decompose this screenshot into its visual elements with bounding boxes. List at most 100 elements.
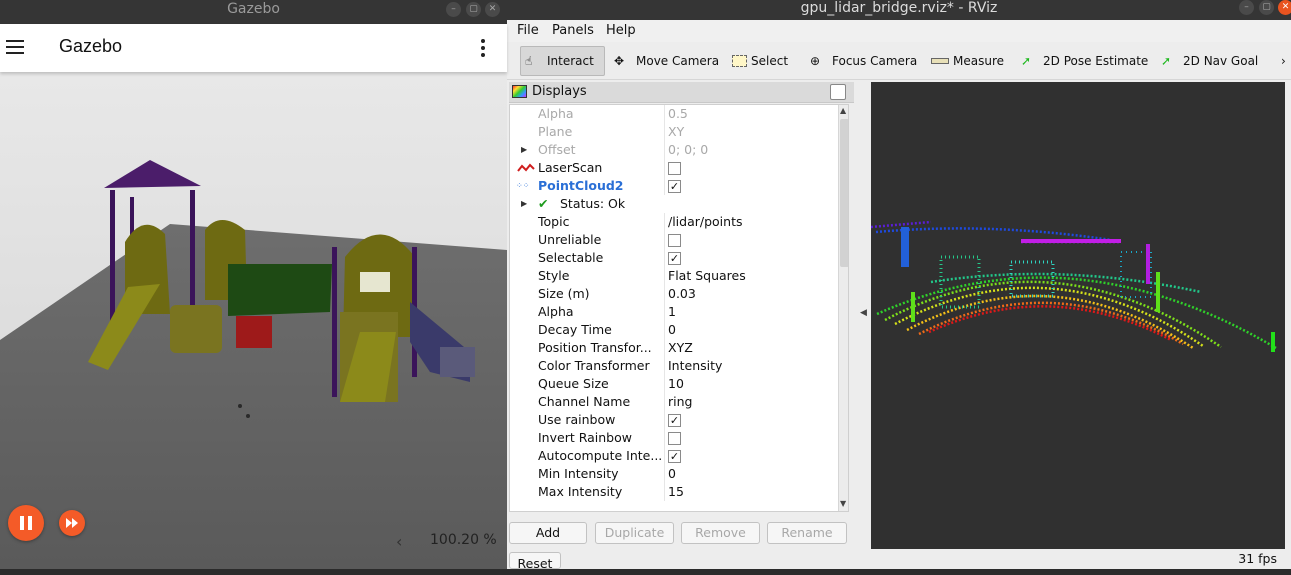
property-name: Max Intensity — [538, 484, 623, 499]
enable-checkbox[interactable]: ✓ — [668, 180, 681, 193]
maximize-icon[interactable]: ▢ — [1259, 0, 1274, 15]
tool-focus-camera[interactable]: ⊕ Focus Camera — [806, 46, 917, 76]
scroll-up-icon[interactable]: ▲ — [840, 106, 846, 115]
laserscan-icon — [517, 163, 535, 172]
property-name: Queue Size — [538, 376, 609, 391]
tool-select[interactable]: Select — [728, 46, 788, 76]
tool-measure[interactable]: Measure — [927, 46, 1004, 76]
tool-bar: ☝ Interact ✥ Move Camera Select ⊕ Focus … — [507, 42, 1291, 80]
tree-row[interactable]: Unreliable — [510, 231, 836, 249]
menu-panels[interactable]: Panels — [552, 23, 594, 38]
more-vert-icon[interactable] — [480, 39, 486, 57]
enable-checkbox[interactable] — [668, 162, 681, 175]
invert-rainbow-checkbox[interactable] — [668, 432, 681, 445]
tree-row[interactable]: Plane XY — [510, 123, 836, 141]
tree-row[interactable]: Max Intensity 15 — [510, 483, 836, 501]
menu-bar: File Panels Help — [507, 20, 1291, 42]
menu-help[interactable]: Help — [606, 23, 636, 38]
expand-arrow-icon[interactable]: ▶ — [521, 141, 527, 159]
tree-row[interactable]: Use rainbow ✓ — [510, 411, 836, 429]
tree-row-laserscan[interactable]: LaserScan — [510, 159, 836, 177]
monitor-icon — [512, 85, 527, 98]
chevron-left-icon[interactable]: ‹ — [396, 532, 402, 551]
tree-row[interactable]: Topic /lidar/points — [510, 213, 836, 231]
rename-button[interactable]: Rename — [767, 522, 847, 544]
minimize-icon[interactable]: – — [1239, 0, 1254, 15]
tool-2d-pose-estimate[interactable]: ➚ 2D Pose Estimate — [1017, 46, 1148, 76]
scroll-down-icon[interactable]: ▼ — [840, 499, 846, 508]
tree-row[interactable]: Min Intensity 0 — [510, 465, 836, 483]
property-value[interactable]: XYZ — [668, 339, 693, 357]
tree-row[interactable]: Position Transfor... XYZ — [510, 339, 836, 357]
property-value[interactable]: 0 — [668, 465, 676, 483]
autocompute-checkbox[interactable]: ✓ — [668, 450, 681, 463]
property-value[interactable]: XY — [668, 123, 684, 141]
property-value[interactable]: Flat Squares — [668, 267, 746, 285]
close-icon[interactable]: ✕ — [1278, 0, 1291, 15]
property-name: Selectable — [538, 250, 604, 265]
close-icon[interactable]: ✕ — [485, 2, 500, 17]
toolbar-overflow-icon[interactable]: › — [1281, 46, 1286, 76]
tool-2d-nav-goal[interactable]: ➚ 2D Nav Goal — [1157, 46, 1258, 76]
property-value[interactable]: 10 — [668, 375, 684, 393]
real-time-factor: 100.20 % — [430, 532, 497, 548]
use-rainbow-checkbox[interactable]: ✓ — [668, 414, 681, 427]
minimize-icon[interactable]: – — [446, 2, 461, 17]
gazebo-3d-scene[interactable] — [0, 72, 507, 569]
property-name: Min Intensity — [538, 466, 619, 481]
tree-row[interactable]: Style Flat Squares — [510, 267, 836, 285]
collapse-left-icon[interactable]: ◀ — [860, 308, 867, 318]
tree-row[interactable]: Size (m) 0.03 — [510, 285, 836, 303]
property-value[interactable]: 1 — [668, 303, 676, 321]
add-button[interactable]: Add — [509, 522, 587, 544]
menu-file[interactable]: File — [517, 23, 539, 38]
property-value[interactable]: ring — [668, 393, 692, 411]
tree-row-status[interactable]: ▶ ✔ Status: Ok — [510, 195, 836, 213]
property-value[interactable]: 0 — [668, 321, 676, 339]
hamburger-menu-icon[interactable] — [6, 40, 24, 54]
property-value[interactable]: 15 — [668, 483, 684, 501]
rviz-window-title: gpu_lidar_bridge.rviz* - RViz — [800, 0, 998, 16]
reset-button[interactable]: Reset — [509, 552, 561, 571]
tree-row[interactable]: ▶ Offset 0; 0; 0 — [510, 141, 836, 159]
move-camera-icon: ✥ — [614, 54, 625, 68]
select-box-icon — [732, 55, 747, 67]
property-name: Plane — [538, 124, 573, 139]
tree-row-pointcloud2[interactable]: ⁘⁘ PointCloud2 ✓ — [510, 177, 836, 195]
green-arrow-icon: ➚ — [1021, 54, 1032, 68]
unreliable-checkbox[interactable] — [668, 234, 681, 247]
tree-row[interactable]: Alpha 1 — [510, 303, 836, 321]
property-value[interactable]: 0; 0; 0 — [668, 141, 708, 159]
tree-scrollbar[interactable]: ▲ ▼ — [838, 105, 848, 511]
tree-row[interactable]: Selectable ✓ — [510, 249, 836, 267]
duplicate-button[interactable]: Duplicate — [595, 522, 674, 544]
selectable-checkbox[interactable]: ✓ — [668, 252, 681, 265]
tree-row[interactable]: Autocompute Inte... ✓ — [510, 447, 836, 465]
tool-2d-nav-goal-label: 2D Nav Goal — [1183, 54, 1259, 68]
tree-row[interactable]: Invert Rainbow — [510, 429, 836, 447]
tool-move-camera[interactable]: ✥ Move Camera — [610, 46, 719, 76]
tree-row[interactable]: Queue Size 10 — [510, 375, 836, 393]
pause-icon — [20, 516, 32, 530]
step-forward-button[interactable] — [59, 510, 85, 536]
expand-arrow-icon[interactable]: ▶ — [521, 195, 527, 213]
tree-row[interactable]: Channel Name ring — [510, 393, 836, 411]
maximize-icon[interactable]: ▢ — [466, 2, 481, 17]
property-value[interactable]: Intensity — [668, 357, 722, 375]
scroll-thumb[interactable] — [840, 119, 848, 267]
float-panel-button[interactable] — [830, 84, 846, 100]
tree-row[interactable]: Alpha 0.5 — [510, 105, 836, 123]
property-name: Position Transfor... — [538, 340, 652, 355]
pause-button[interactable] — [8, 505, 44, 541]
status-label: Status: Ok — [560, 196, 626, 211]
remove-button[interactable]: Remove — [681, 522, 760, 544]
property-name: Topic — [538, 214, 570, 229]
property-value[interactable]: /lidar/points — [668, 213, 743, 231]
tree-row[interactable]: Color Transformer Intensity — [510, 357, 836, 375]
property-value[interactable]: 0.5 — [668, 105, 688, 123]
property-name: Decay Time — [538, 322, 612, 337]
tree-row[interactable]: Decay Time 0 — [510, 321, 836, 339]
tool-interact[interactable]: ☝ Interact — [520, 46, 605, 76]
property-value[interactable]: 0.03 — [668, 285, 696, 303]
rviz-3d-view[interactable] — [871, 82, 1285, 549]
